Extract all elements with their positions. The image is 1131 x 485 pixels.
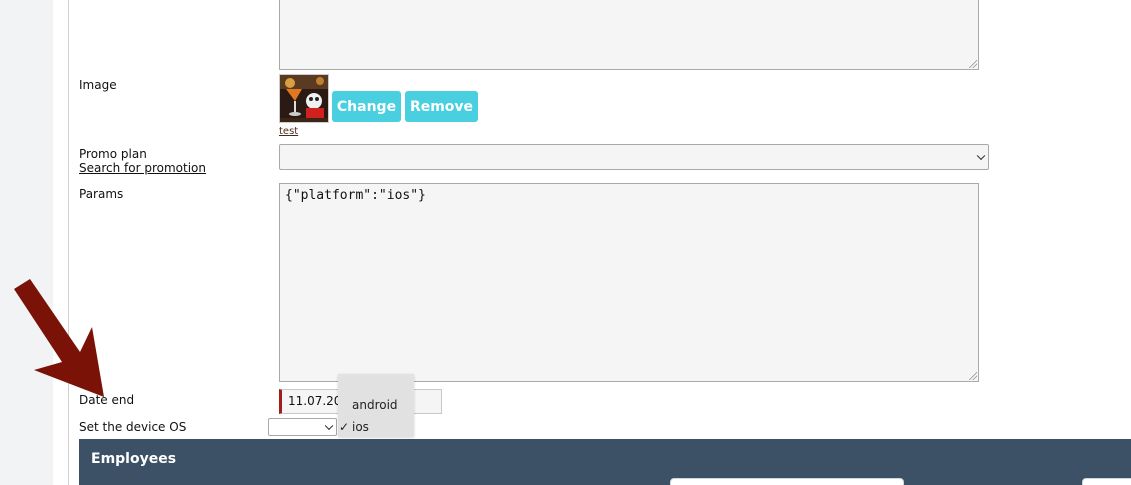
search-promotion-link[interactable]: Search for promotion xyxy=(79,161,206,175)
employees-title: Employees xyxy=(91,451,177,467)
thumbnail-picture xyxy=(280,75,328,122)
resize-grip-icon[interactable] xyxy=(969,372,977,380)
image-label: Image xyxy=(79,78,117,92)
chevron-down-icon xyxy=(976,151,986,161)
device-os-select[interactable] xyxy=(268,418,337,436)
promo-plan-label: Promo plan xyxy=(79,147,147,161)
device-os-label: Set the device OS xyxy=(79,420,187,434)
date-end-label: Date end xyxy=(79,393,135,407)
option-label: ios xyxy=(352,420,369,434)
employees-section-header: Employees xyxy=(79,439,1131,485)
chevron-down-icon xyxy=(324,421,334,431)
option-label: android xyxy=(352,398,398,412)
params-textarea[interactable]: {"platform":"ios"} xyxy=(279,183,979,382)
image-thumbnail xyxy=(279,74,329,123)
remove-image-button[interactable]: Remove xyxy=(405,91,478,122)
device-os-dropdown: android ✓ ios xyxy=(338,374,414,437)
params-label: Params xyxy=(79,187,124,201)
arrow-down-right-icon xyxy=(14,279,104,397)
change-image-button[interactable]: Change xyxy=(332,91,401,122)
check-icon: ✓ xyxy=(339,420,350,434)
page: Image Change Remove test Promo plan Sear… xyxy=(0,0,1131,485)
resize-grip-icon[interactable] xyxy=(969,60,977,68)
params-value: {"platform":"ios"} xyxy=(285,188,426,203)
promo-plan-select[interactable] xyxy=(279,144,989,170)
image-caption-link[interactable]: test xyxy=(279,126,298,137)
employees-search-input[interactable] xyxy=(670,478,904,485)
description-textarea[interactable] xyxy=(279,0,979,70)
employees-filter-input[interactable] xyxy=(1082,478,1131,485)
device-os-option-android[interactable]: android xyxy=(338,395,414,415)
left-rail xyxy=(0,0,53,485)
device-os-option-ios[interactable]: ✓ ios xyxy=(338,417,414,437)
content-divider xyxy=(68,0,69,485)
